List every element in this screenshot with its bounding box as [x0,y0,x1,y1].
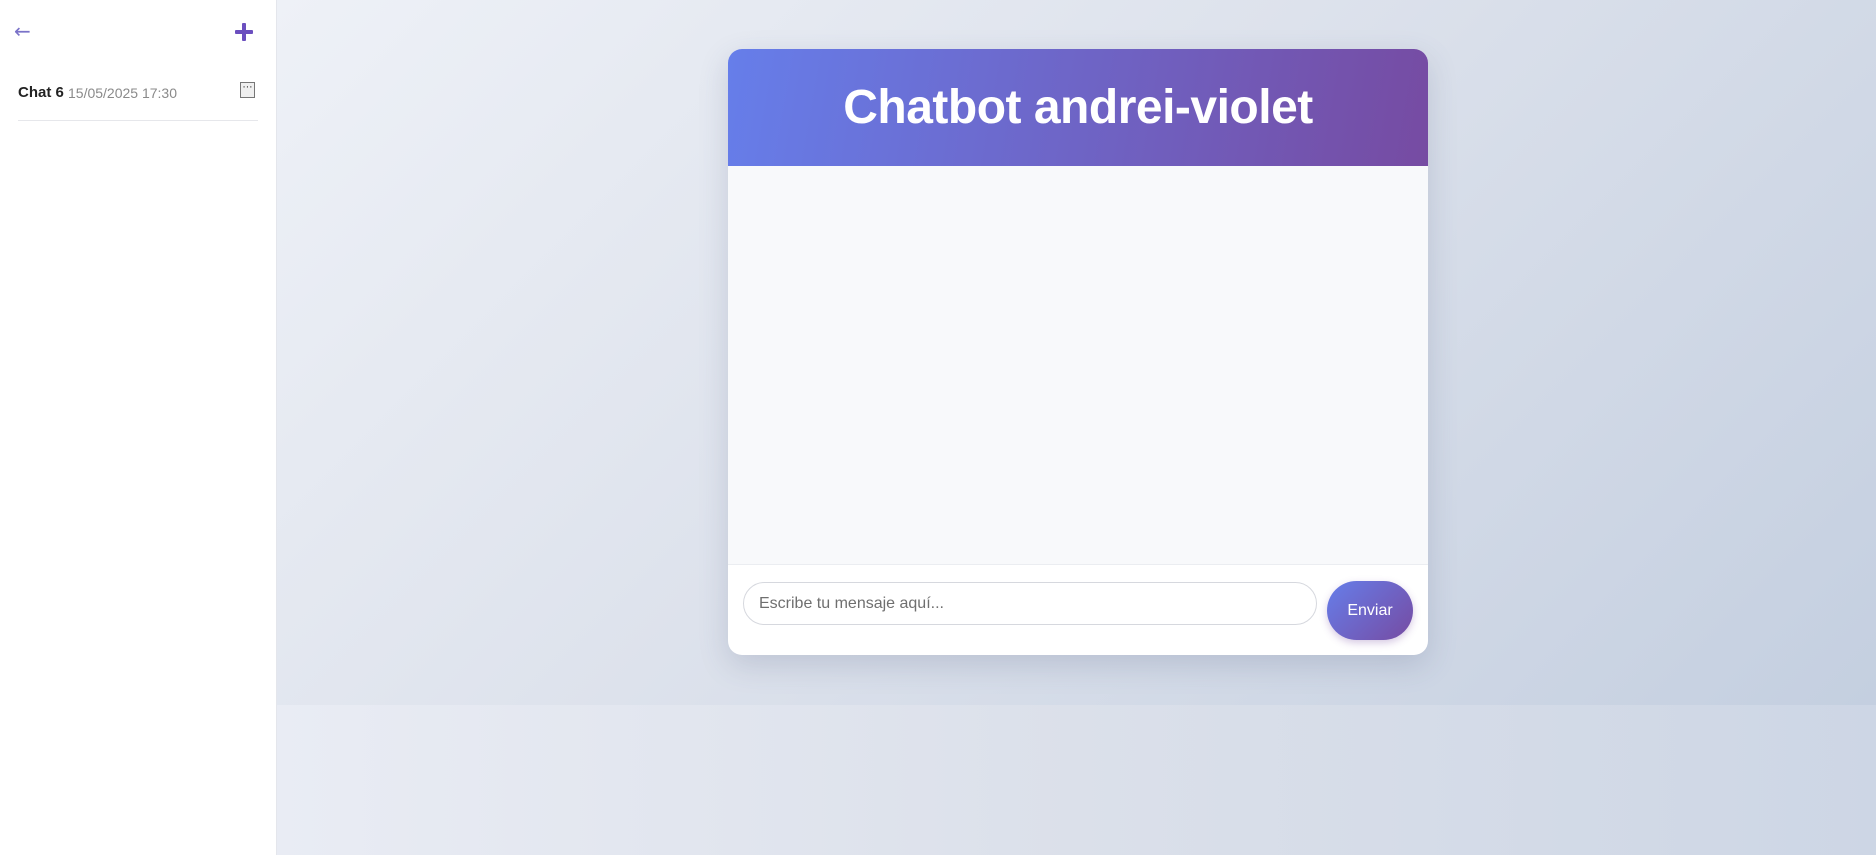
message-input[interactable] [743,582,1317,625]
chat-header: Chatbot andrei-violet [728,49,1428,166]
main-area-lower [277,705,1876,855]
plus-icon [235,23,253,41]
chat-name: Chat 6 [18,84,64,101]
chat-window: Chatbot andrei-violet Enviar [728,49,1428,655]
arrow-left-icon: ← [14,19,31,43]
chat-list-item[interactable]: Chat 6 15/05/2025 17:30 ⋯ [18,78,258,121]
messages-area[interactable] [728,166,1428,565]
chat-title: Chatbot andrei-violet [843,81,1313,134]
chat-date: 15/05/2025 17:30 [68,85,177,101]
back-button[interactable]: ← [14,16,44,46]
more-icon: ⋯ [242,82,253,93]
sidebar: ← Chat 6 15/05/2025 17:30 ⋯ [0,0,277,855]
chat-options-button[interactable]: ⋯ [240,82,255,98]
send-button[interactable]: Enviar [1327,581,1413,640]
new-chat-button[interactable] [230,18,258,46]
